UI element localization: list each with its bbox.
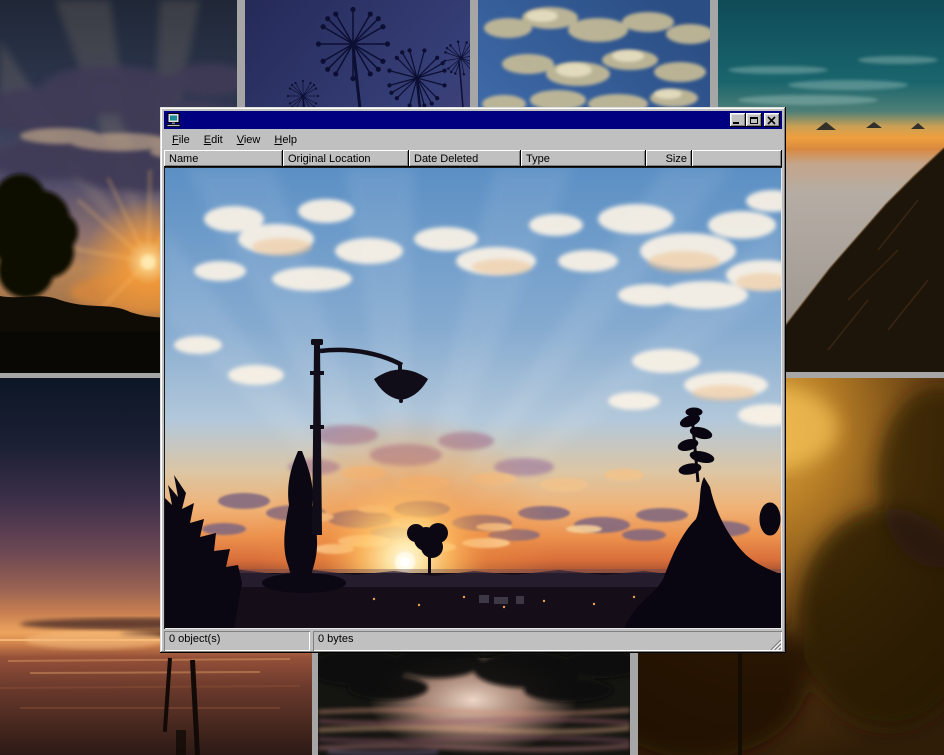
- column-header-original-location[interactable]: Original Location: [283, 150, 409, 167]
- computer-icon[interactable]: [166, 113, 182, 127]
- minimize-button[interactable]: [730, 113, 746, 127]
- window-titlebar[interactable]: [164, 111, 782, 129]
- recycle-bin-window: File Edit View Help Name Original Locati…: [160, 107, 786, 653]
- status-object-count: 0 object(s): [164, 631, 310, 651]
- menu-bar: File Edit View Help: [164, 129, 782, 150]
- menu-file[interactable]: File: [165, 132, 197, 148]
- column-header-date-deleted[interactable]: Date Deleted: [409, 150, 521, 167]
- resize-grip-icon[interactable]: [768, 637, 781, 650]
- column-header-stub: [692, 150, 782, 167]
- column-header-name[interactable]: Name: [164, 150, 283, 167]
- column-header-type[interactable]: Type: [521, 150, 646, 167]
- menu-view[interactable]: View: [230, 132, 268, 148]
- file-list-view[interactable]: [164, 167, 782, 629]
- column-headers: Name Original Location Date Deleted Type…: [164, 150, 782, 167]
- maximize-icon: [750, 117, 758, 124]
- status-byte-count: 0 bytes: [313, 631, 782, 651]
- menu-help[interactable]: Help: [267, 132, 304, 148]
- maximize-button[interactable]: [746, 113, 762, 127]
- menu-edit[interactable]: Edit: [197, 132, 230, 148]
- close-icon: [767, 116, 777, 125]
- sunset-street-lamp-photo: [164, 167, 782, 629]
- status-bar: 0 object(s) 0 bytes: [164, 629, 782, 651]
- close-button[interactable]: [764, 113, 780, 127]
- minimize-icon: [733, 122, 739, 124]
- column-header-size[interactable]: Size: [646, 150, 692, 167]
